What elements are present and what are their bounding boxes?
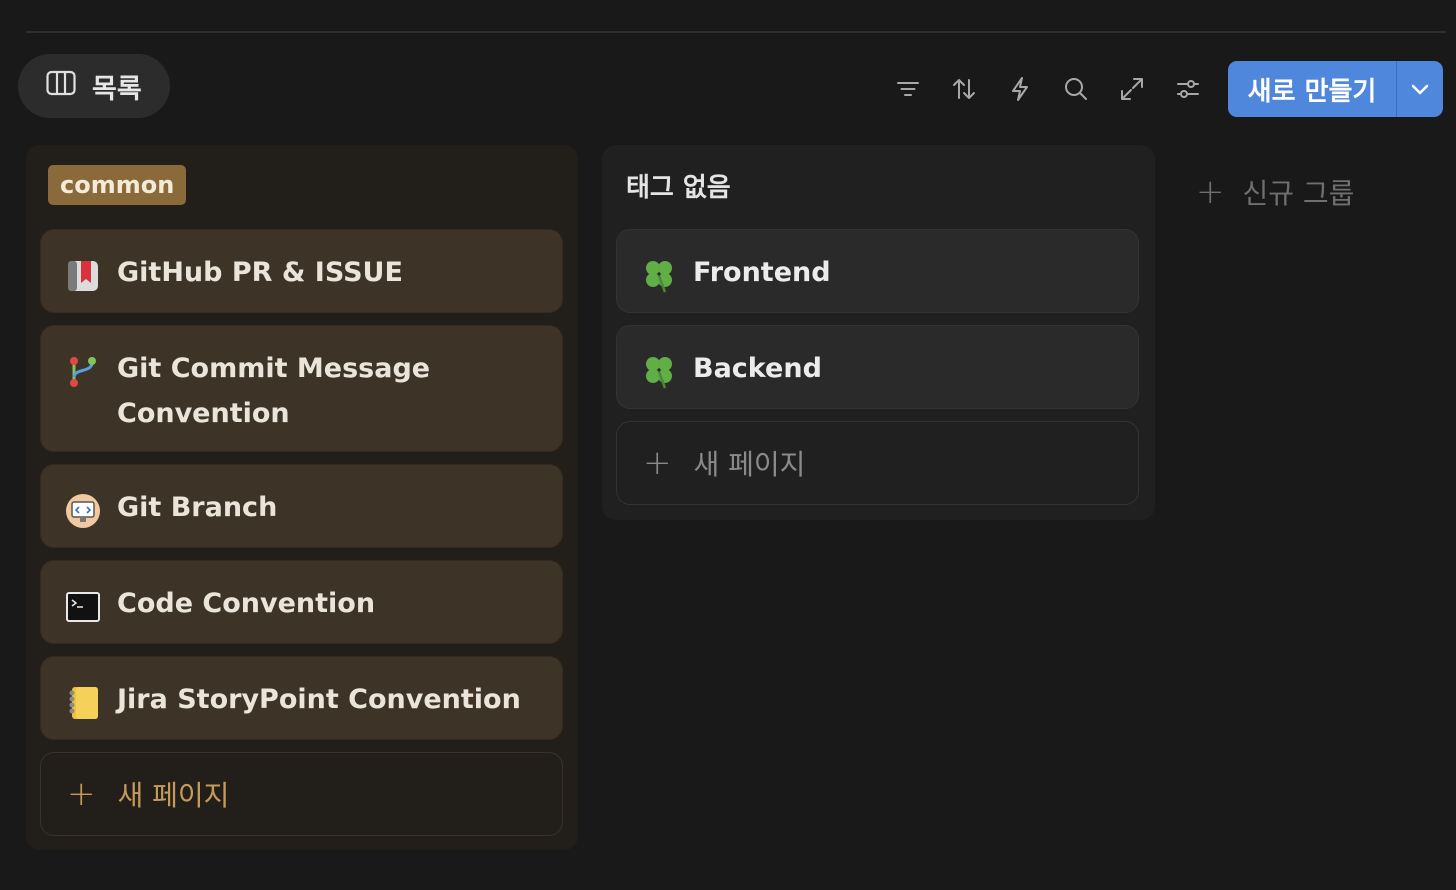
board-card[interactable]: Jira StoryPoint Convention [40, 656, 563, 740]
expand-icon [1121, 78, 1143, 100]
top-divider [26, 31, 1446, 33]
new-page-label: 새 페이지 [693, 448, 806, 481]
expand-button[interactable] [1104, 62, 1160, 116]
computer-code-icon [65, 493, 101, 529]
board-group-no-tag: 태그 없음 Frontend Backend + 새 페이지 [602, 145, 1155, 520]
board-card[interactable]: Git Commit Message Convention [40, 325, 563, 452]
chevron-down-icon [1411, 84, 1429, 95]
search-button[interactable] [1048, 62, 1104, 116]
board-card[interactable]: Git Branch [40, 464, 563, 548]
filter-icon [897, 82, 919, 96]
filter-button[interactable] [880, 62, 936, 116]
four-leaf-clover-icon [641, 354, 677, 390]
columns-icon [46, 70, 76, 103]
plus-icon: + [1196, 172, 1225, 212]
card-title: Git Commit Message Convention [117, 353, 431, 429]
new-page-button[interactable]: + 새 페이지 [616, 421, 1139, 505]
card-title: Backend [693, 353, 822, 384]
new-page-button[interactable]: + 새 페이지 [40, 752, 563, 836]
new-button-dropdown[interactable] [1397, 61, 1443, 117]
new-page-label: 새 페이지 [117, 779, 230, 812]
settings-icon [1177, 80, 1199, 98]
board-card[interactable]: GitHub PR & ISSUE [40, 229, 563, 313]
new-button-main[interactable]: 새로 만들기 [1228, 61, 1396, 117]
sort-button[interactable] [936, 62, 992, 116]
group-tag-common[interactable]: common [48, 165, 187, 205]
card-title: GitHub PR & ISSUE [117, 257, 403, 288]
toolbar [880, 62, 1216, 116]
automation-button[interactable] [992, 62, 1048, 116]
new-group-button[interactable]: + 신규 그룹 [1196, 172, 1354, 212]
board-card[interactable]: Code Convention [40, 560, 563, 644]
new-button: 새로 만들기 [1228, 61, 1443, 117]
plus-icon: + [643, 443, 672, 483]
board-card[interactable]: Backend [616, 325, 1139, 409]
card-title: Jira StoryPoint Convention [117, 684, 521, 715]
plus-icon: + [67, 774, 96, 814]
sort-icon [953, 79, 975, 99]
new-group-label: 신규 그룹 [1242, 177, 1355, 210]
card-title: Code Convention [117, 588, 376, 619]
board-group-common: common GitHub PR & ISSUE Git Commit Mess… [26, 145, 578, 850]
board-card[interactable]: Frontend [616, 229, 1139, 313]
automation-icon [1012, 77, 1028, 101]
group-title-no-tag: 태그 없음 [626, 173, 731, 203]
four-leaf-clover-icon [641, 258, 677, 294]
view-tab-list[interactable]: 목록 [18, 54, 170, 118]
terminal-icon [65, 589, 101, 625]
search-icon [1065, 78, 1087, 100]
bookmark-icon [65, 258, 101, 294]
settings-button[interactable] [1160, 62, 1216, 116]
notebook-icon [65, 685, 101, 721]
view-tab-label: 목록 [92, 73, 142, 105]
git-branch-icon [65, 354, 101, 390]
card-title: Frontend [693, 257, 831, 288]
card-title: Git Branch [117, 492, 278, 523]
